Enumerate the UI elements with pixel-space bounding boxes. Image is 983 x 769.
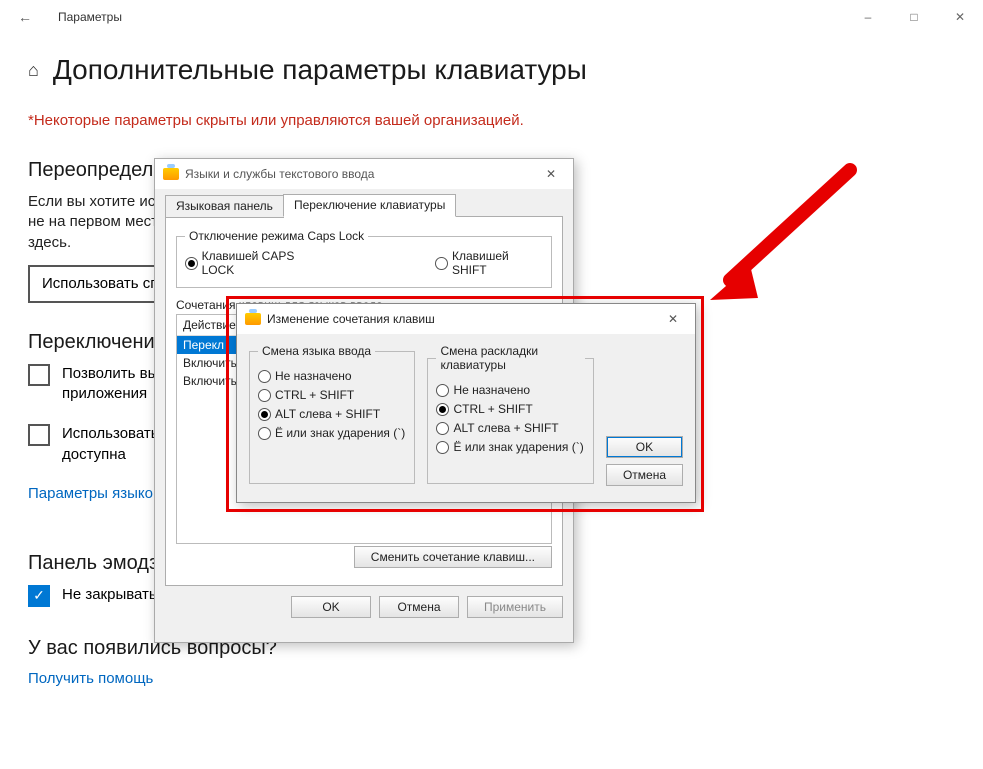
radio-dot-icon (436, 384, 449, 397)
page-title: Дополнительные параметры клавиатуры (53, 54, 587, 86)
table-cell: Перекл (177, 336, 230, 354)
back-icon[interactable]: ← (18, 9, 32, 25)
checkbox-allow-per-app[interactable] (28, 364, 50, 386)
dialog1-cancel-button[interactable]: Отмена (379, 596, 459, 618)
radio-shift[interactable]: Клавишей SHIFT (435, 249, 543, 277)
radio-dot-icon (185, 257, 198, 270)
dialog2-title: Изменение сочетания клавиш (267, 312, 657, 326)
capslock-fieldset: Отключение режима Caps Lock Клавишей CAP… (176, 229, 552, 288)
radio-label: Не назначено (453, 383, 530, 397)
radio-dot-icon (435, 257, 448, 270)
table-cell: Включить (177, 354, 243, 372)
checkbox-allow-per-app-label: Позволить выб приложения (62, 364, 167, 405)
get-help-link[interactable]: Получить помощь (28, 670, 153, 687)
radio-label: Ё или знак ударения (`) (275, 426, 405, 440)
dialog2-ok-button[interactable]: OK (606, 436, 683, 458)
radio-il-alt[interactable]: ALT слева + SHIFT (258, 407, 406, 421)
checkbox-use-desktop-lang[interactable] (28, 424, 50, 446)
checkbox-use-desktop-lang-label: Использовать доступна (62, 424, 159, 465)
keyboard-layout-fieldset: Смена раскладки клавиатуры Не назначено … (427, 344, 593, 484)
dialog1-apply-button[interactable]: Применить (467, 596, 563, 618)
radio-kl-none[interactable]: Не назначено (436, 383, 584, 397)
radio-dot-icon (258, 408, 271, 421)
home-icon[interactable]: ⌂ (28, 60, 39, 81)
radio-label: Ё или знак ударения (`) (453, 440, 583, 454)
dialog1-titlebar[interactable]: Языки и службы текстового ввода ✕ (155, 159, 573, 189)
radio-label: CTRL + SHIFT (275, 388, 354, 402)
checkbox-emoji-autoclose[interactable]: ✓ (28, 585, 50, 607)
radio-kl-grave[interactable]: Ё или знак ударения (`) (436, 440, 584, 454)
dialog2-titlebar[interactable]: Изменение сочетания клавиш ✕ (237, 304, 695, 334)
policy-warning: *Некоторые параметры скрыты или управляю… (28, 112, 955, 129)
tab-keyboard-switching[interactable]: Переключение клавиатуры (283, 194, 456, 217)
maximize-button[interactable]: □ (891, 0, 937, 34)
close-button[interactable]: ✕ (937, 0, 983, 34)
keyboard-icon (245, 313, 261, 325)
radio-dot-icon (436, 422, 449, 435)
dialog1-close-icon[interactable]: ✕ (535, 167, 567, 181)
radio-dot-icon (436, 403, 449, 416)
radio-capslock-label: Клавишей CAPS LOCK (202, 249, 326, 277)
radio-dot-icon (258, 370, 271, 383)
keyboard-icon (163, 168, 179, 180)
dropdown-label: Использовать сп (42, 275, 158, 292)
radio-kl-alt[interactable]: ALT слева + SHIFT (436, 421, 584, 435)
radio-il-ctrl[interactable]: CTRL + SHIFT (258, 388, 406, 402)
radio-kl-ctrl[interactable]: CTRL + SHIFT (436, 402, 584, 416)
radio-dot-icon (436, 441, 449, 454)
radio-dot-icon (258, 427, 271, 440)
capslock-legend: Отключение режима Caps Lock (185, 229, 368, 243)
dialog2-cancel-button[interactable]: Отмена (606, 464, 683, 486)
radio-label: ALT слева + SHIFT (453, 421, 558, 435)
dialog2-close-icon[interactable]: ✕ (657, 312, 689, 326)
radio-shift-label: Клавишей SHIFT (452, 249, 543, 277)
radio-il-none[interactable]: Не назначено (258, 369, 406, 383)
minimize-button[interactable]: – (845, 0, 891, 34)
radio-dot-icon (258, 389, 271, 402)
dialog1-title: Языки и службы текстового ввода (185, 167, 535, 181)
radio-label: Не назначено (275, 369, 352, 383)
dialog1-ok-button[interactable]: OK (291, 596, 371, 618)
input-language-fieldset: Смена языка ввода Не назначено CTRL + SH… (249, 344, 415, 484)
language-bar-link[interactable]: Параметры языко (28, 485, 153, 502)
radio-capslock[interactable]: Клавишей CAPS LOCK (185, 249, 325, 277)
window-title: Параметры (58, 10, 845, 24)
keyboard-layout-legend: Смена раскладки клавиатуры (436, 344, 584, 372)
radio-il-grave[interactable]: Ё или знак ударения (`) (258, 426, 406, 440)
radio-label: ALT слева + SHIFT (275, 407, 380, 421)
change-hotkey-button[interactable]: Сменить сочетание клавиш... (354, 546, 552, 568)
table-cell: Включить (177, 372, 243, 390)
window-titlebar: ← Параметры – □ ✕ (0, 0, 983, 34)
tab-language-bar[interactable]: Языковая панель (165, 195, 284, 218)
input-language-legend: Смена языка ввода (258, 344, 375, 358)
change-hotkey-dialog: Изменение сочетания клавиш ✕ Смена языка… (236, 303, 696, 503)
radio-label: CTRL + SHIFT (453, 402, 532, 416)
